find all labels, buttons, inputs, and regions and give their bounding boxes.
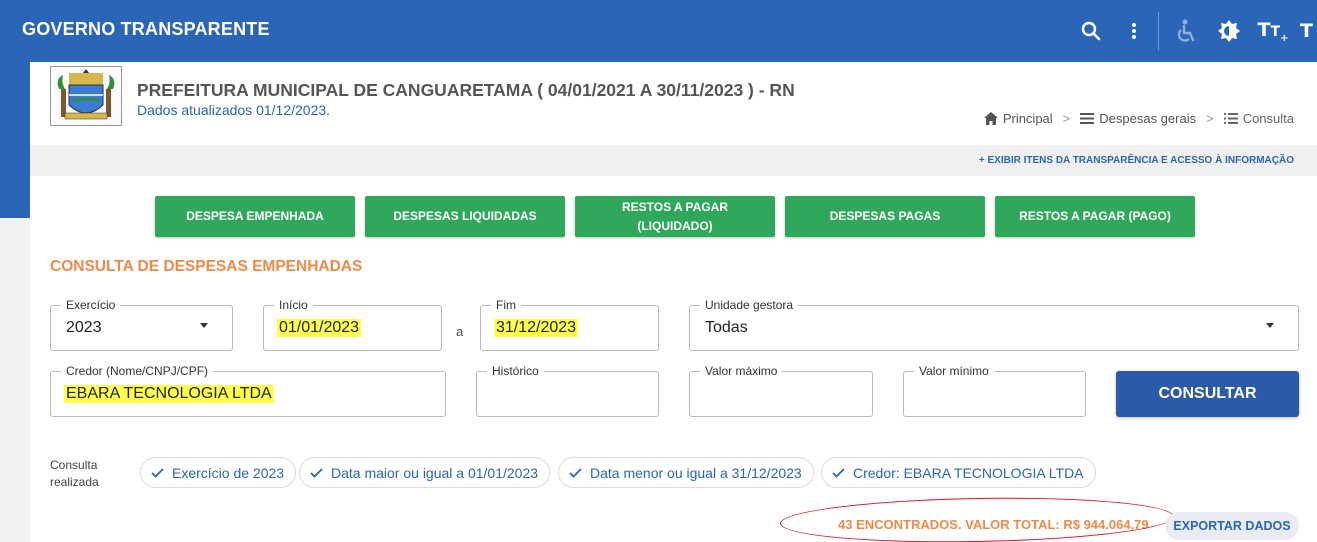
breadcrumb-home-label: Principal [1002,111,1053,126]
valor-maximo-field[interactable]: Valor máximo [689,364,873,417]
historico-field[interactable]: Histórico [476,364,659,417]
section-title: CONSULTA DE DESPESAS EMPENHADAS [50,258,363,275]
breadcrumb-home[interactable]: Principal [983,111,1053,126]
fim-value: 31/12/2023 [494,319,579,337]
credor-field[interactable]: Credor (Nome/CNPJ/CPF) EBARA TECNOLOGIA … [50,364,446,417]
more-vertical-icon[interactable] [1119,16,1149,46]
page-title: PREFEITURA MUNICIPAL DE CANGUARETAMA ( 0… [137,80,795,100]
filter-chip-label: Data maior ou igual a 01/01/2023 [331,464,539,481]
breadcrumb-despesas-label: Despesas gerais [1099,111,1197,126]
breadcrumb-separator: > [1206,111,1214,126]
historico-label: Histórico [487,364,544,378]
municipality-coat-of-arms [50,66,122,126]
consultar-button[interactable]: CONSULTAR [1116,371,1299,417]
exercicio-value: 2023 [66,319,102,336]
list-icon [1223,113,1238,124]
tab-despesas-liquidadas[interactable]: DESPESAS LIQUIDADAS [365,196,565,237]
credor-value: EBARA TECNOLOGIA LTDA [64,385,274,403]
fim-date-field[interactable]: Fim 31/12/2023 [480,298,659,351]
filter-chip-exercicio: Exercício de 2023 [140,457,297,488]
tab-restos-a-pagar-pago[interactable]: RESTOS A PAGAR (PAGO) [995,196,1195,237]
check-icon [832,467,845,478]
filter-chip-credor: Credor: EBARA TECNOLOGIA LTDA [821,457,1096,488]
check-icon [151,467,164,478]
tab-restos-a-pagar-liquidado[interactable]: RESTOS A PAGAR (LIQUIDADO) [575,196,775,237]
fim-label: Fim [491,298,521,312]
chevron-down-icon [1266,323,1274,328]
app-title: GOVERNO TRANSPARENTE [22,19,270,39]
check-icon [310,467,323,478]
home-icon [983,112,998,125]
font-decrease-icon[interactable]: T [1300,16,1317,46]
filter-chip-label: Data menor ou igual a 31/12/2023 [590,464,802,481]
chevron-down-icon [200,323,208,328]
accessibility-icon[interactable] [1171,16,1201,46]
filter-chip-label: Exercício de 2023 [172,464,285,481]
valor-minimo-label: Valor mínimo [914,364,994,378]
transparency-items-link[interactable]: + EXIBIR ITENS DA TRANSPARÊNCIA E ACESSO… [979,155,1294,166]
date-range-separator: a [456,324,464,339]
exercicio-select[interactable]: Exercício 2023 [50,298,233,351]
annotation-ellipse [779,494,1175,542]
main-card: PREFEITURA MUNICIPAL DE CANGUARETAMA ( 0… [30,62,1317,542]
menu-icon [1080,113,1095,124]
search-icon[interactable] [1076,16,1106,46]
unidade-gestora-select[interactable]: Unidade gestora Todas [689,298,1299,351]
breadcrumb-current-label: Consulta [1242,111,1294,126]
filter-chip-data-inicio: Data maior ou igual a 01/01/2023 [299,457,551,488]
filter-chip-data-fim: Data menor ou igual a 31/12/2023 [558,457,814,488]
valor-maximo-label: Valor máximo [700,364,783,378]
inicio-label: Início [274,298,313,312]
breadcrumb-current: Consulta [1223,111,1294,126]
exercicio-label: Exercício [61,298,121,312]
transparency-bar: + EXIBIR ITENS DA TRANSPARÊNCIA E ACESSO… [30,145,1317,176]
valor-minimo-field[interactable]: Valor mínimo [903,364,1086,417]
top-bar: GOVERNO TRANSPARENTE TT+ T [0,0,1317,62]
check-icon [569,467,582,478]
export-data-button[interactable]: EXPORTAR DADOS [1165,512,1299,540]
inicio-date-field[interactable]: Início 01/01/2023 [263,298,442,351]
unidade-gestora-value: Todas [705,319,748,336]
update-date: Dados atualizados 01/12/2023. [137,102,331,118]
breadcrumb-separator: > [1062,111,1071,126]
contrast-icon[interactable] [1214,16,1244,46]
header-background [0,62,30,218]
credor-label: Credor (Nome/CNPJ/CPF) [61,364,214,378]
inicio-value: 01/01/2023 [277,319,362,337]
consulta-realizada-label: Consulta realizada [50,458,99,489]
filter-chip-label: Credor: EBARA TECNOLOGIA LTDA [853,464,1084,481]
breadcrumb: Principal > Despesas gerais > Consulta [983,111,1294,126]
font-increase-icon[interactable]: TT+ [1258,16,1289,46]
breadcrumb-despesas[interactable]: Despesas gerais [1080,111,1196,126]
toolbar-divider [1158,12,1159,50]
unidade-gestora-label: Unidade gestora [700,298,799,312]
tab-despesa-empenhada[interactable]: DESPESA EMPENHADA [155,196,355,237]
tab-despesas-pagas[interactable]: DESPESAS PAGAS [785,196,985,237]
